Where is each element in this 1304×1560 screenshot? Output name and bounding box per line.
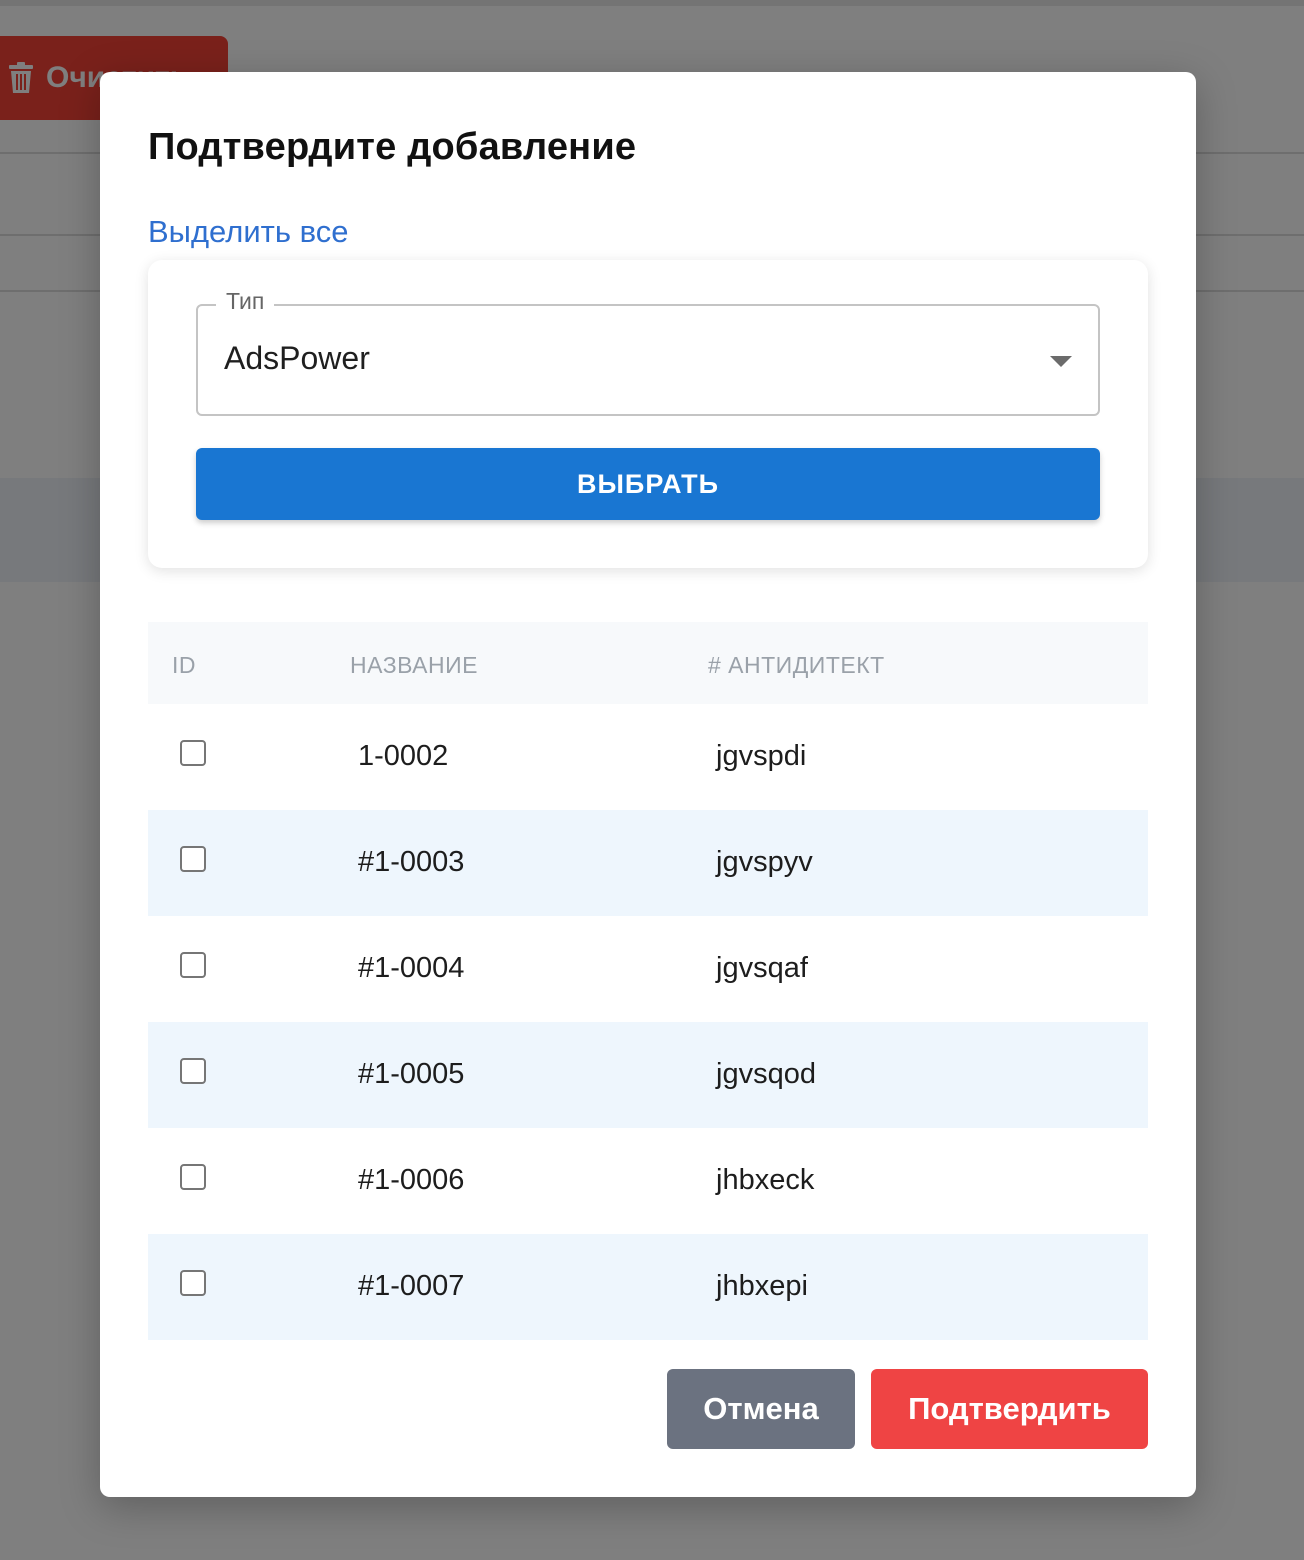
table-row: 1-0002 jgvspdi xyxy=(148,704,1148,810)
dialog-title: Подтвердите добавление xyxy=(148,126,637,168)
confirm-button[interactable]: Подтвердить xyxy=(871,1369,1148,1449)
profiles-table: ID НАЗВАНИЕ # АНТИДИТЕКТ 1-0002 jgvspdi … xyxy=(148,622,1148,1340)
column-header-name: НАЗВАНИЕ xyxy=(350,652,478,678)
row-checkbox[interactable] xyxy=(180,1164,206,1190)
row-name: #1-0004 xyxy=(358,952,465,984)
table-row: #1-0003 jgvspyv xyxy=(148,810,1148,916)
row-checkbox[interactable] xyxy=(180,740,206,766)
type-select-value: AdsPower xyxy=(224,340,370,376)
row-antidetect: jgvspdi xyxy=(716,740,807,772)
row-name: #1-0007 xyxy=(358,1270,465,1302)
row-antidetect: jgvsqod xyxy=(716,1058,816,1090)
row-checkbox[interactable] xyxy=(180,1270,206,1296)
filter-card: Тип AdsPower ВЫБРАТЬ xyxy=(148,260,1148,568)
row-checkbox[interactable] xyxy=(180,846,206,872)
type-select-label: Тип xyxy=(216,288,275,315)
column-header-antidetect: # АНТИДИТЕКТ xyxy=(708,652,885,678)
confirm-add-dialog: Подтвердите добавление Выделить все Тип … xyxy=(100,72,1196,1497)
table-row: #1-0004 jgvsqaf xyxy=(148,916,1148,1022)
table-header: ID НАЗВАНИЕ # АНТИДИТЕКТ xyxy=(148,622,1148,704)
row-name: #1-0003 xyxy=(358,846,465,878)
table-row: #1-0006 jhbxeck xyxy=(148,1128,1148,1234)
row-checkbox[interactable] xyxy=(180,952,206,978)
row-name: 1-0002 xyxy=(358,740,449,772)
column-header-id: ID xyxy=(172,652,196,678)
choose-button[interactable]: ВЫБРАТЬ xyxy=(196,448,1100,520)
row-antidetect: jgvspyv xyxy=(716,846,813,878)
row-name: #1-0006 xyxy=(358,1164,465,1196)
table-row: #1-0005 jgvsqod xyxy=(148,1022,1148,1128)
cancel-button[interactable]: Отмена xyxy=(667,1369,855,1449)
row-name: #1-0005 xyxy=(358,1058,465,1090)
chevron-down-icon xyxy=(1050,356,1072,367)
row-antidetect: jhbxepi xyxy=(716,1270,808,1302)
type-select[interactable]: Тип AdsPower xyxy=(196,288,1100,416)
row-antidetect: jhbxeck xyxy=(716,1164,815,1196)
row-checkbox[interactable] xyxy=(180,1058,206,1084)
select-all-link[interactable]: Выделить все xyxy=(148,214,349,250)
table-row: #1-0007 jhbxepi xyxy=(148,1234,1148,1340)
row-antidetect: jgvsqaf xyxy=(716,952,808,984)
